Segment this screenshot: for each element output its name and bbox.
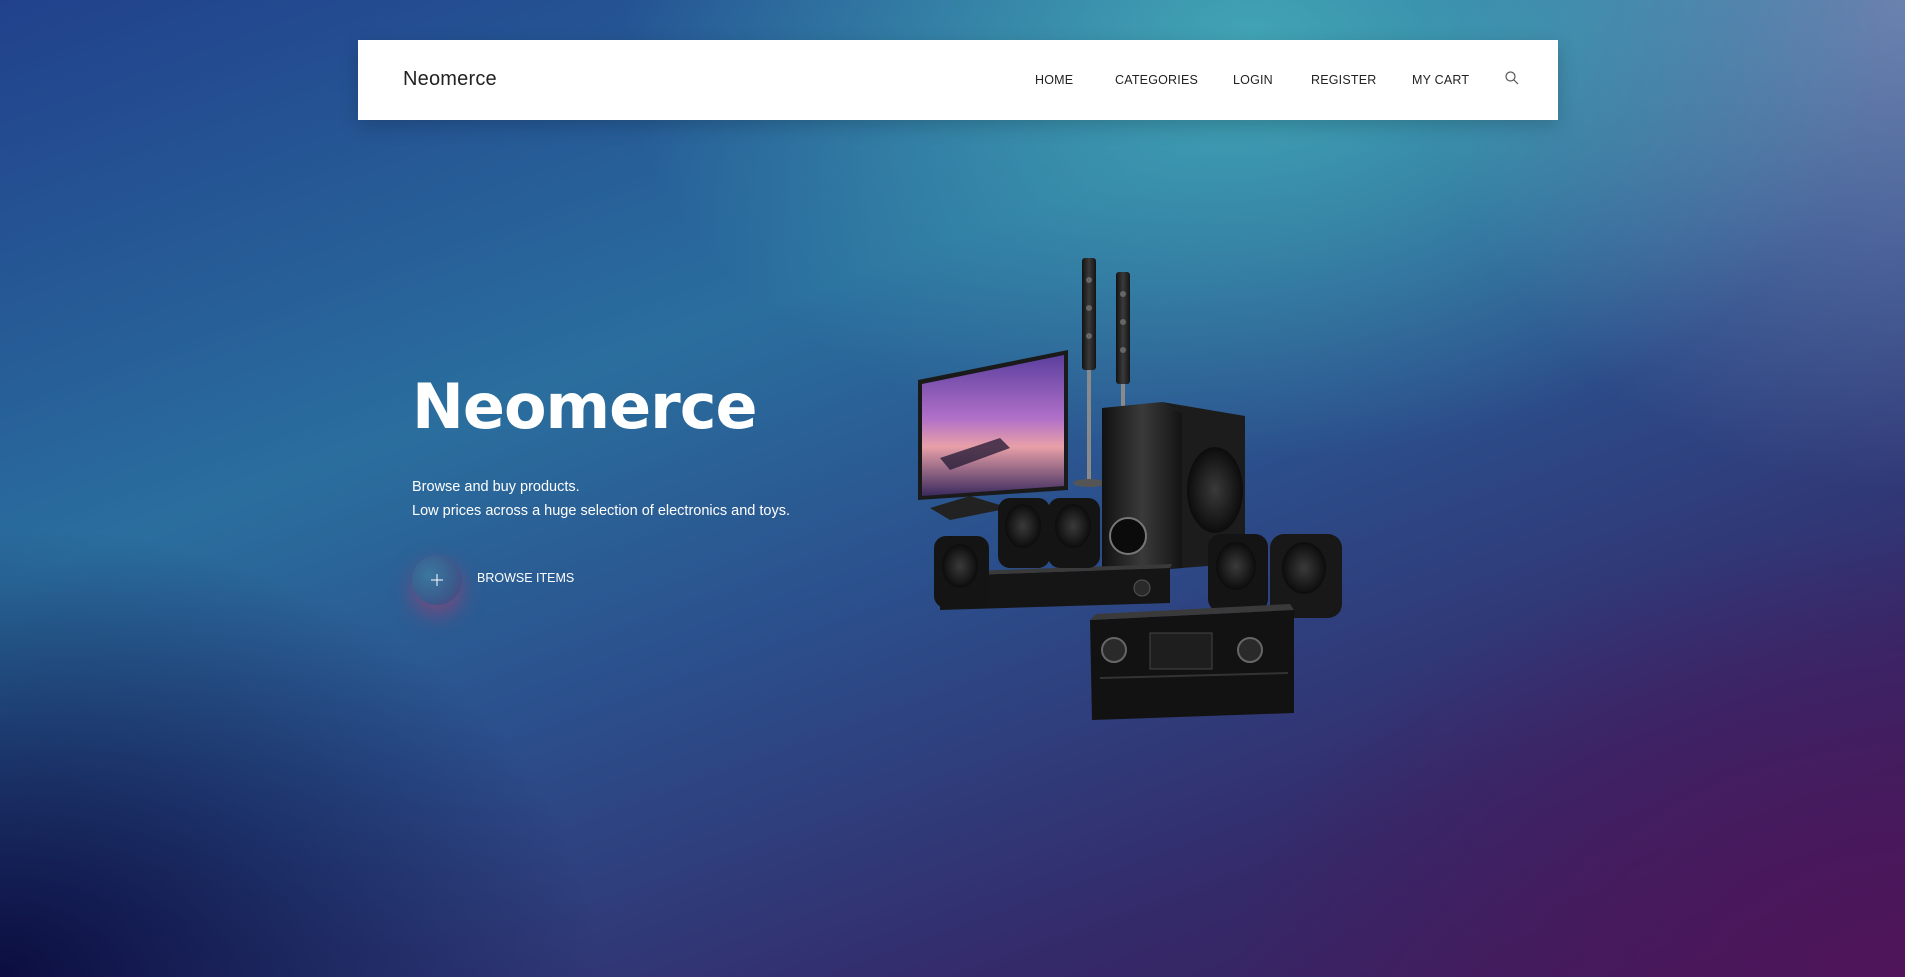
hero-subtitle-line1: Browse and buy products.	[412, 479, 580, 495]
home-theater-image	[918, 258, 1342, 720]
brand-logo[interactable]: Neomerce	[403, 68, 497, 91]
hero-subtitle-line2: Low prices across a huge selection of el…	[412, 503, 791, 519]
plus-icon	[431, 574, 443, 586]
browse-items-label[interactable]: BROWSE ITEMS	[477, 571, 574, 585]
search-icon[interactable]	[1504, 70, 1520, 86]
navbar: Neomerce HOME CATEGORIES LOGIN REGISTER …	[358, 40, 1558, 120]
av-receiver	[1090, 604, 1294, 720]
browse-items-button[interactable]	[412, 555, 462, 605]
nav-home[interactable]: HOME	[1035, 73, 1073, 87]
nav-categories[interactable]: CATEGORIES	[1115, 73, 1198, 87]
nav-my-cart[interactable]: MY CART	[1412, 73, 1469, 87]
nav-register[interactable]: REGISTER	[1311, 73, 1377, 87]
hero-title: Neomerce	[412, 370, 758, 443]
television	[918, 350, 1068, 520]
nav-login[interactable]: LOGIN	[1233, 73, 1273, 87]
